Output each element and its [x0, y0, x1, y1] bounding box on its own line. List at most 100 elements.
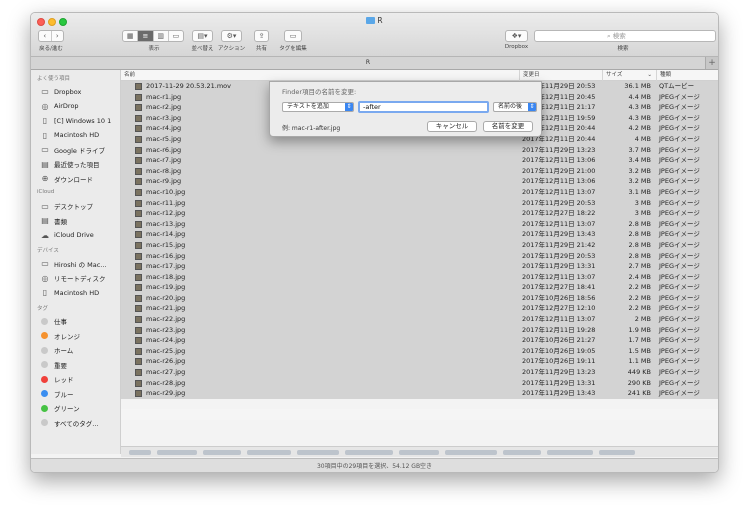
sidebar-item[interactable]: ▤ 書類: [40, 214, 67, 227]
file-kind: JPEGイメージ: [659, 145, 700, 154]
gallery-view-button[interactable]: ▭: [169, 31, 183, 41]
table-row[interactable]: mac-r16.jpg 2017年11月29日 20:53 2.8 MB JPEGイメ…: [121, 250, 718, 262]
path-segment[interactable]: [399, 450, 439, 455]
table-row[interactable]: mac-r9.jpg 2017年12月11日 13:06 3.2 MB JPEGイメー…: [121, 176, 718, 187]
file-kind: JPEGイメージ: [659, 134, 700, 143]
arrange-button[interactable]: ▤▾: [192, 30, 213, 42]
sidebar-item[interactable]: ⊕ ダウンロード: [40, 172, 93, 185]
new-tab-button[interactable]: +: [705, 57, 718, 69]
table-row[interactable]: mac-r25.jpg 2017年10月26日 19:05 1.5 MB JPEGイメ…: [121, 345, 718, 357]
path-segment[interactable]: [547, 450, 593, 455]
icon-view-button[interactable]: ▦: [123, 31, 139, 41]
table-row[interactable]: mac-r7.jpg 2017年12月11日 13:06 3.4 MB JPEGイメー…: [121, 155, 718, 166]
sidebar-item[interactable]: ホーム: [40, 344, 73, 357]
column-size[interactable]: サイズ ⌄: [602, 70, 656, 81]
rename-text-field[interactable]: -after: [358, 101, 489, 113]
back-button[interactable]: ‹: [39, 31, 52, 41]
table-row[interactable]: [121, 399, 718, 410]
file-name: mac-r22.jpg: [146, 315, 186, 324]
file-kind: JPEGイメージ: [659, 92, 700, 101]
table-row[interactable]: mac-r14.jpg 2017年11月29日 13:43 2.8 MB JPEGイメ…: [121, 229, 718, 240]
forward-button[interactable]: ›: [52, 31, 64, 41]
path-segment[interactable]: [297, 450, 339, 455]
table-row[interactable]: mac-r29.jpg 2017年11月29日 13:43 241 KB JPEGイメ…: [121, 388, 718, 399]
sidebar-item[interactable]: ▭ Dropbox: [40, 85, 81, 98]
file-kind: JPEGイメージ: [659, 240, 700, 249]
table-row[interactable]: mac-r22.jpg 2017年12月11日 13:07 2 MB JPEGイメージ: [121, 314, 718, 325]
sidebar-item[interactable]: ▯ [C] Windows 10 1: [40, 114, 111, 127]
path-segment[interactable]: [157, 450, 197, 455]
column-date[interactable]: 変更日: [519, 70, 602, 81]
table-row[interactable]: mac-r21.jpg 2017年12月27日 12:10 2.2 MB JPEGイメ…: [121, 303, 718, 315]
sidebar-item[interactable]: ▭ デスクトップ: [40, 200, 93, 213]
sidebar-item[interactable]: グリーン: [40, 402, 80, 415]
sidebar-item[interactable]: ☁ iCloud Drive: [40, 229, 94, 242]
sidebar-item[interactable]: オレンジ: [40, 329, 80, 342]
sidebar-item[interactable]: ▭ Google ドライブ: [40, 143, 105, 156]
table-row[interactable]: [121, 420, 718, 431]
table-row[interactable]: mac-r15.jpg 2017年11月29日 21:42 2.8 MB JPEGイメ…: [121, 239, 718, 251]
file-kind: JPEGイメージ: [659, 177, 700, 186]
table-row[interactable]: mac-r26.jpg 2017年10月26日 19:11 1.1 MB JPEGイメ…: [121, 356, 718, 368]
image-file-icon: [135, 135, 142, 143]
format-select[interactable]: テキストを追加 ⇕: [282, 102, 354, 112]
sidebar-item-label: ダウンロード: [54, 175, 93, 184]
dropbox-button[interactable]: ❖▾: [505, 30, 528, 42]
table-row[interactable]: mac-r23.jpg 2017年12月11日 19:28 1.9 MB JPEGイメ…: [121, 324, 718, 336]
path-segment[interactable]: [599, 450, 635, 455]
sidebar-item[interactable]: ◎ リモートディスク: [40, 272, 106, 285]
rename-button[interactable]: 名前を変更: [483, 121, 533, 132]
list-header: 名前 変更日 サイズ ⌄ 種類: [121, 70, 718, 81]
list-view-button[interactable]: ≡: [138, 31, 154, 41]
table-row[interactable]: mac-r6.jpg 2017年11月29日 13:23 3.7 MB JPEGイメー…: [121, 144, 718, 156]
sidebar-item[interactable]: すべてのタグ...: [40, 416, 98, 429]
sidebar-item[interactable]: ▯ Macintosh HD: [40, 286, 99, 299]
sidebar-item[interactable]: ▤ 最近使った項目: [40, 158, 99, 171]
file-size: 2.8 MB: [628, 240, 651, 249]
share-button[interactable]: ⇪: [254, 30, 269, 42]
path-segment[interactable]: [129, 450, 151, 455]
share-label: 共有: [255, 46, 267, 52]
table-row[interactable]: mac-r8.jpg 2017年11月29日 21:00 3.2 MB JPEGイメー…: [121, 165, 718, 177]
action-button[interactable]: ⚙▾: [221, 30, 242, 42]
table-row[interactable]: mac-r28.jpg 2017年11月29日 13:31 290 KB JPEGイメ…: [121, 377, 718, 389]
table-row[interactable]: mac-r27.jpg 2017年11月29日 13:23 449 KB JPEGイメ…: [121, 367, 718, 378]
path-segment[interactable]: [345, 450, 393, 455]
column-view-button[interactable]: ▥: [154, 31, 169, 41]
sidebar-item[interactable]: ▯ Macintosh HD: [40, 129, 99, 142]
file-date: 2017年11月29日 13:23: [522, 368, 596, 377]
sidebar-item[interactable]: ◎ AirDrop: [40, 100, 79, 113]
cancel-button[interactable]: キャンセル: [427, 121, 477, 132]
sidebar-item[interactable]: レッド: [40, 373, 74, 386]
table-row[interactable]: [121, 409, 718, 420]
table-row[interactable]: mac-r17.jpg 2017年11月29日 13:31 2.7 MB JPEGイメ…: [121, 261, 718, 272]
search-input[interactable]: ⌕ 検索: [534, 30, 716, 42]
table-row[interactable]: mac-r11.jpg 2017年11月29日 20:53 3 MB JPEGイメージ: [121, 197, 718, 209]
image-file-icon: [135, 146, 142, 154]
column-kind[interactable]: 種類: [656, 70, 718, 81]
position-select[interactable]: 名前の後 ⇕: [493, 102, 537, 112]
path-segment[interactable]: [503, 450, 541, 455]
tag-edit-button[interactable]: ▭: [284, 30, 302, 42]
table-row[interactable]: mac-r19.jpg 2017年12月27日 18:41 2.2 MB JPEGイメ…: [121, 282, 718, 293]
column-name[interactable]: 名前: [121, 70, 522, 81]
path-segment[interactable]: [203, 450, 241, 455]
table-row[interactable]: mac-r12.jpg 2017年12月27日 18:22 3 MB JPEGイメージ: [121, 208, 718, 219]
path-segment[interactable]: [247, 450, 291, 455]
path-segment[interactable]: [445, 450, 497, 455]
table-row[interactable]: mac-r10.jpg 2017年12月11日 13:07 3.1 MB JPEGイメ…: [121, 186, 718, 198]
table-row[interactable]: mac-r24.jpg 2017年10月26日 21:27 1.7 MB JPEGイメ…: [121, 335, 718, 346]
sidebar-item[interactable]: 重要: [40, 358, 67, 371]
table-row[interactable]: mac-r20.jpg 2017年10月26日 18:56 2.2 MB JPEGイメ…: [121, 292, 718, 304]
table-row[interactable]: mac-r18.jpg 2017年12月11日 13:07 2.4 MB JPEGイメ…: [121, 271, 718, 283]
sidebar-item-label: すべてのタグ...: [54, 419, 99, 428]
file-size: 3.4 MB: [628, 156, 651, 165]
image-file-icon: [135, 316, 142, 324]
sidebar-item[interactable]: 仕事: [40, 315, 67, 328]
format-select-value: テキストを追加: [287, 103, 329, 110]
sidebar-item[interactable]: ▭ Hiroshi の Mac...: [40, 257, 106, 270]
sidebar-item[interactable]: ブルー: [40, 387, 74, 400]
table-row[interactable]: mac-r13.jpg 2017年12月11日 13:07 2.8 MB JPEGイメ…: [121, 218, 718, 230]
folder-icon: [366, 17, 376, 24]
tab-r[interactable]: R: [31, 57, 705, 69]
